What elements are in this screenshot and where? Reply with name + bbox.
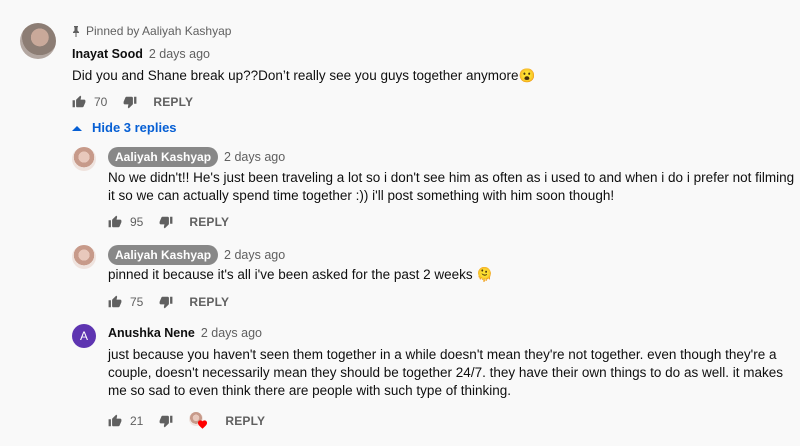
reply-avatar[interactable] [72, 147, 96, 171]
thumbs-up-icon[interactable] [108, 215, 122, 229]
reply-avatar[interactable]: A [72, 324, 96, 348]
comment-actions: 70 REPLY [72, 95, 193, 109]
reply-button[interactable]: REPLY [189, 215, 229, 229]
reply-button[interactable]: REPLY [153, 95, 193, 109]
thumbs-up-icon[interactable] [72, 95, 86, 109]
reply-button[interactable]: REPLY [225, 414, 265, 428]
thumbs-down-icon[interactable] [159, 215, 173, 229]
reply-author[interactable]: Anushka Nene [108, 326, 195, 340]
chevron-up-icon [72, 125, 82, 131]
author-avatar[interactable] [20, 23, 56, 59]
pinned-label: Pinned by Aaliyah Kashyap [86, 24, 232, 38]
creator-author-chip[interactable]: Aaliyah Kashyap [108, 147, 219, 167]
comment-author[interactable]: Inayat Sood [72, 47, 143, 61]
comment-time[interactable]: 2 days ago [149, 47, 210, 61]
hide-replies-button[interactable]: Hide 3 replies [72, 120, 177, 135]
reply-avatar[interactable] [72, 245, 96, 269]
reply-header: Aaliyah Kashyap 2 days ago [108, 245, 285, 265]
creator-heart-icon [189, 412, 209, 430]
reply-actions: 21 REPLY [108, 412, 265, 430]
thumbs-up-icon[interactable] [108, 295, 122, 309]
comment-header: Inayat Sood 2 days ago [72, 47, 210, 61]
reply-header: Aaliyah Kashyap 2 days ago [108, 147, 285, 167]
reply-time[interactable]: 2 days ago [224, 150, 285, 164]
reply-time[interactable]: 2 days ago [201, 326, 262, 340]
like-count: 75 [130, 295, 144, 309]
reply-actions: 75 REPLY [108, 295, 229, 309]
like-count: 70 [94, 95, 108, 109]
reply-header: Anushka Nene 2 days ago [108, 326, 262, 340]
thumbs-down-icon[interactable] [159, 295, 173, 309]
reply-actions: 95 REPLY [108, 215, 229, 229]
reply-time[interactable]: 2 days ago [224, 248, 285, 262]
pin-icon [72, 25, 80, 37]
like-count: 21 [130, 414, 144, 428]
thumbs-down-icon[interactable] [123, 95, 137, 109]
pinned-indicator: Pinned by Aaliyah Kashyap [72, 24, 231, 38]
hide-replies-label: Hide 3 replies [92, 120, 177, 135]
reply-text-line: it so we can actually spend time togethe… [108, 188, 615, 203]
reply-text-line: pinned it because it's all i've been ask… [108, 267, 494, 282]
thumbs-down-icon[interactable] [159, 414, 173, 428]
comment-text: Did you and Shane break up??Don’t really… [72, 68, 536, 83]
thumbs-up-icon[interactable] [108, 414, 122, 428]
reply-text-line: me so sad to even think there are people… [108, 383, 511, 398]
reply-button[interactable]: REPLY [189, 295, 229, 309]
like-count: 95 [130, 215, 144, 229]
creator-author-chip[interactable]: Aaliyah Kashyap [108, 245, 219, 265]
